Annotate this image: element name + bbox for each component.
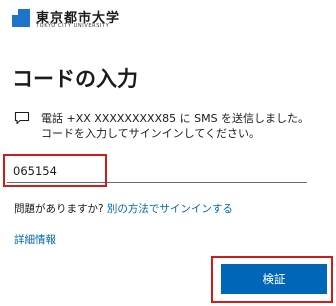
message-line-2: コードを入力してサインインしてください。 <box>41 127 261 140</box>
verification-code-input[interactable] <box>7 159 307 183</box>
university-logo: 東京都市大学 TOKYO CITY UNIVERSITY <box>12 6 172 32</box>
alternate-sign-in-link[interactable]: 別の方法でサインインする <box>107 203 233 215</box>
details-link[interactable]: 詳細情報 <box>14 232 56 247</box>
university-name-english: TOKYO CITY UNIVERSITY <box>36 23 110 29</box>
verify-button[interactable]: 検証 <box>221 264 327 294</box>
help-question: 問題がありますか? <box>14 203 104 215</box>
sign-in-page: 東京都市大学 TOKYO CITY UNIVERSITY コードの入力 電話 +… <box>0 0 336 306</box>
university-logo-icon <box>12 9 30 27</box>
page-title: コードの入力 <box>12 67 138 91</box>
message-line-1: 電話 +XX XXXXXXXXX85 に SMS を送信しました。 <box>41 112 310 125</box>
help-row: 問題がありますか? 別の方法でサインインする <box>14 201 233 216</box>
speech-bubble-icon <box>14 111 30 125</box>
